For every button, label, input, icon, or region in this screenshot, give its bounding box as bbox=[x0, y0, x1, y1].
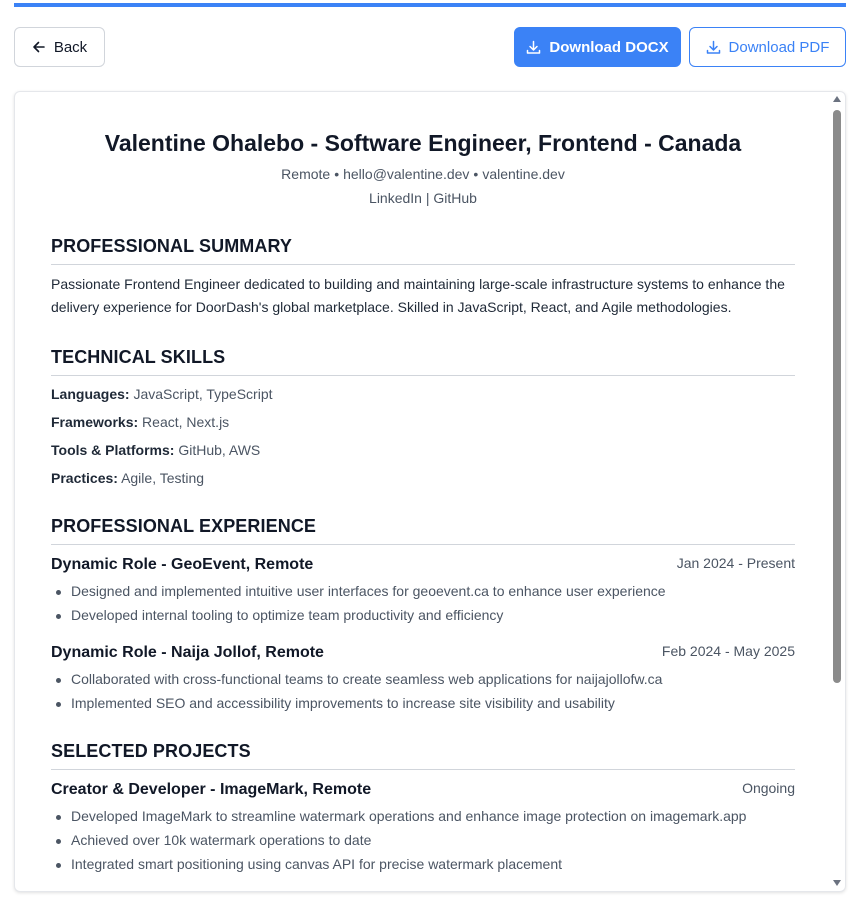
experience-heading: PROFESSIONAL EXPERIENCE bbox=[51, 516, 317, 536]
skill-row: Tools & Platforms: GitHub, AWS bbox=[51, 442, 260, 458]
skill-label: Tools & Platforms: bbox=[51, 442, 175, 458]
skill-value: JavaScript, TypeScript bbox=[133, 386, 273, 402]
skill-value: React, Next.js bbox=[142, 414, 230, 430]
resume-name: Valentine Ohalebo - Software Engineer, F… bbox=[104, 130, 742, 156]
skill-value: Agile, Testing bbox=[121, 470, 205, 486]
scrollbar-thumb[interactable] bbox=[833, 110, 841, 683]
project-date: Ongoing bbox=[742, 780, 795, 796]
skill-row: Frameworks: React, Next.js bbox=[51, 414, 229, 430]
summary-heading: PROFESSIONAL SUMMARY bbox=[51, 236, 293, 256]
skill-label: Frameworks: bbox=[51, 414, 139, 430]
projects-heading: SELECTED PROJECTS bbox=[51, 741, 251, 761]
divider bbox=[51, 375, 795, 376]
separator: • bbox=[334, 166, 340, 182]
separator: | bbox=[425, 190, 430, 206]
linkedin-link[interactable]: LinkedIn bbox=[369, 190, 422, 206]
skill-row: Languages: JavaScript, TypeScript bbox=[51, 386, 273, 402]
arrow-left-icon bbox=[32, 40, 46, 54]
separator: • bbox=[473, 166, 479, 182]
contact-location: Remote bbox=[281, 166, 331, 182]
skill-value: GitHub, AWS bbox=[178, 442, 261, 458]
download-icon bbox=[706, 40, 721, 55]
list-item: Integrated smart positioning using canva… bbox=[55, 856, 563, 872]
contact-email[interactable]: hello@valentine.dev bbox=[343, 166, 469, 182]
divider bbox=[51, 264, 795, 265]
download-docx-label: Download DOCX bbox=[549, 38, 669, 56]
scroll-down-arrow-icon[interactable] bbox=[833, 880, 841, 886]
scroll-up-arrow-icon[interactable] bbox=[833, 96, 841, 102]
list-item: Developed internal tooling to optimize t… bbox=[55, 607, 504, 623]
job-date: Jan 2024 - Present bbox=[676, 555, 795, 571]
links-line: LinkedIn | GitHub bbox=[51, 190, 795, 206]
divider bbox=[51, 769, 795, 770]
skill-label: Practices: bbox=[51, 470, 118, 486]
list-item: Developed ImageMark to streamline waterm… bbox=[55, 808, 747, 824]
progress-bar bbox=[14, 3, 846, 7]
resume-preview: Valentine Ohalebo - Software Engineer, F… bbox=[14, 91, 846, 892]
download-icon bbox=[526, 40, 541, 55]
job-role: Dynamic Role - GeoEvent, Remote bbox=[51, 556, 314, 573]
divider bbox=[51, 544, 795, 545]
scrollbar[interactable] bbox=[829, 92, 845, 891]
back-button[interactable]: Back bbox=[14, 27, 105, 67]
contact-line: Remote • hello@valentine.dev • valentine.dev bbox=[51, 166, 795, 182]
contact-website[interactable]: valentine.dev bbox=[482, 166, 565, 182]
github-link[interactable]: GitHub bbox=[433, 190, 477, 206]
list-item: Collaborated with cross-functional teams… bbox=[55, 671, 663, 687]
skill-row: Practices: Agile, Testing bbox=[51, 470, 204, 486]
download-pdf-label: Download PDF bbox=[728, 38, 830, 56]
list-item: Implemented SEO and accessibility improv… bbox=[56, 695, 615, 711]
project-role: Creator & Developer - ImageMark, Remote bbox=[51, 781, 372, 798]
list-item: Achieved over 10k watermark operations t… bbox=[55, 832, 372, 848]
job-role: Dynamic Role - Naija Jollof, Remote bbox=[51, 644, 324, 661]
download-pdf-button[interactable]: Download PDF bbox=[689, 27, 846, 67]
skill-label: Languages: bbox=[51, 386, 130, 402]
list-item: Designed and implemented intuitive user … bbox=[56, 583, 666, 599]
skills-heading: TECHNICAL SKILLS bbox=[51, 347, 226, 367]
summary-text: Passionate Frontend Engineer dedicated t… bbox=[51, 276, 785, 315]
download-docx-button[interactable]: Download DOCX bbox=[514, 27, 681, 67]
job-date: Feb 2024 - May 2025 bbox=[661, 643, 795, 659]
back-button-label: Back bbox=[53, 38, 88, 56]
